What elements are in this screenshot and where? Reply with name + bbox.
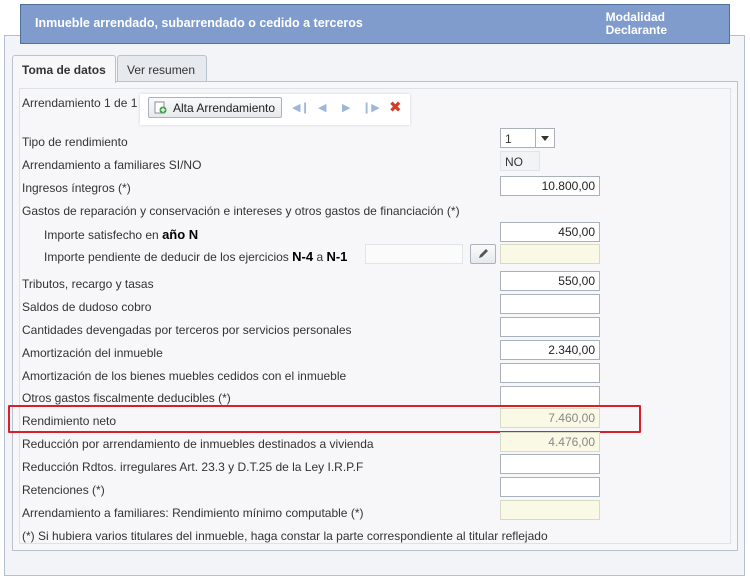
tab-toma-de-datos[interactable]: Toma de datos (12, 55, 116, 83)
tab-ver-resumen[interactable]: Ver resumen (117, 55, 207, 82)
minimo-computable-value (500, 500, 600, 520)
otros-gastos-input[interactable] (500, 386, 600, 406)
previous-record-icon[interactable]: ◀ (318, 103, 328, 114)
amortizacion-inmueble-label: Amortización del inmueble (22, 346, 163, 360)
amortizacion-inmueble-input[interactable]: 2.340,00 (500, 340, 600, 360)
tipo-rendimiento-select[interactable]: 1 (500, 128, 555, 148)
importe-satisfecho-label: Importe satisfecho en año N (44, 227, 199, 242)
otros-gastos-label: Otros gastos fiscalmente deducibles (*) (22, 391, 231, 405)
footnote: (*) Si hubiera varios titulares del inmu… (22, 529, 548, 543)
amortizacion-bienes-label: Amortización de los bienes muebles cedid… (22, 369, 347, 383)
highlight-box (8, 405, 641, 433)
retenciones-label: Retenciones (*) (22, 483, 105, 497)
page-header: Inmueble arrendado, subarrendado o cedid… (20, 4, 730, 44)
tributos-input[interactable]: 550,00 (500, 271, 600, 291)
last-record-icon[interactable]: ❙▶ (362, 103, 380, 114)
ingresos-input[interactable]: 10.800,00 (500, 176, 600, 196)
cantidades-label: Cantidades devengadas por terceros por s… (22, 323, 352, 337)
add-document-icon (154, 101, 167, 114)
cantidades-input[interactable] (500, 317, 600, 337)
retenciones-input[interactable] (500, 477, 600, 497)
saldos-input[interactable] (500, 294, 600, 314)
importe-pendiente-value (500, 244, 600, 264)
reduccion-irregulares-input[interactable] (500, 454, 600, 474)
record-toolbar: Alta Arrendamiento ◀❙ ◀ ▶ ❙▶ ✖ (140, 94, 410, 125)
ingresos-label: Ingresos íntegros (*) (22, 181, 131, 195)
reduccion-vivienda-label: Reducción por arrendamiento de inmuebles… (22, 437, 374, 451)
minimo-computable-label: Arrendamiento a familiares: Rendimiento … (22, 506, 364, 520)
tipo-rendimiento-label: Tipo de rendimiento (22, 135, 128, 149)
pencil-icon (479, 249, 488, 258)
reduccion-irregulares-label: Reducción Rdtos. irregulares Art. 23.3 y… (22, 460, 364, 474)
familiares-label: Arrendamiento a familiares SI/NO (22, 158, 202, 172)
tributos-label: Tributos, recargo y tasas (22, 277, 154, 291)
form-panel (12, 81, 738, 551)
gastos-header: Gastos de reparación y conservación e in… (22, 204, 460, 218)
delete-record-icon[interactable]: ✖ (389, 98, 402, 116)
familiares-value: NO (500, 151, 540, 171)
chevron-down-icon (535, 129, 554, 147)
reduccion-vivienda-value: 4.476,00 (500, 432, 600, 452)
saldos-label: Saldos de dudoso cobro (22, 300, 152, 314)
importe-satisfecho-input[interactable]: 450,00 (500, 222, 600, 242)
importe-pendiente-label: Importe pendiente de deducir de los ejer… (44, 249, 348, 264)
edit-pendiente-button[interactable] (470, 244, 496, 264)
record-counter: Arrendamiento 1 de 1 (22, 96, 138, 110)
page-title: Inmueble arrendado, subarrendado o cedid… (35, 16, 363, 30)
amortizacion-bienes-input[interactable] (500, 363, 600, 383)
add-arrendamiento-button[interactable]: Alta Arrendamiento (148, 97, 283, 118)
importe-pendiente-detail-field (365, 244, 463, 264)
modalidad-declarante: Modalidad Declarante (605, 10, 667, 37)
first-record-icon[interactable]: ◀❙ (292, 103, 310, 114)
next-record-icon[interactable]: ▶ (342, 103, 352, 114)
